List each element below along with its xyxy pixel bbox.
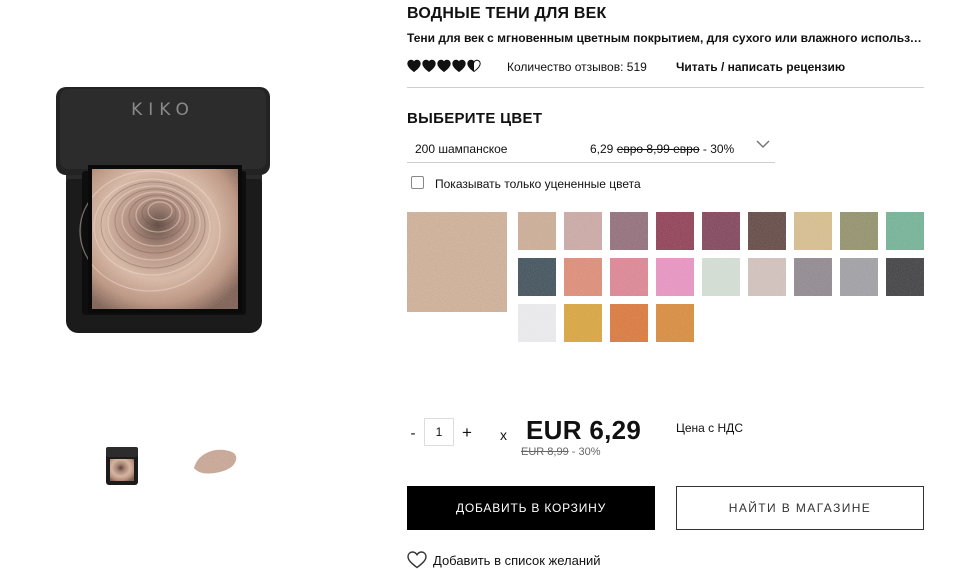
- product-subtitle: Тени для век с мгновенным цветным покрыт…: [407, 31, 927, 45]
- color-swatch[interactable]: [794, 212, 832, 250]
- discounted-only-label: Показывать только уцененные цвета: [435, 177, 641, 191]
- star-full-icon: [452, 59, 466, 73]
- color-swatch[interactable]: [840, 212, 878, 250]
- vat-note: Цена с НДС: [676, 421, 743, 435]
- wishlist-label: Добавить в список желаний: [433, 552, 601, 568]
- chevron-down-icon: [756, 140, 770, 149]
- product-title: ВОДНЫЕ ТЕНИ ДЛЯ ВЕК: [407, 5, 607, 22]
- star-full-icon: [422, 59, 436, 73]
- discounted-only-checkbox[interactable]: [411, 176, 424, 189]
- star-half-icon: [467, 59, 481, 73]
- divider: [407, 87, 924, 88]
- color-swatch[interactable]: [518, 304, 556, 342]
- thumbnail-compact[interactable]: [105, 446, 139, 488]
- color-swatch[interactable]: [564, 304, 602, 342]
- reviews-link[interactable]: Читать / написать рецензию: [676, 60, 845, 74]
- selected-color-name: 200 шампанское: [415, 142, 508, 156]
- color-swatch[interactable]: [886, 258, 924, 296]
- dropdown-price: 6,29 евро 8,99 евро - 30%: [590, 142, 734, 156]
- thumbnail-texture[interactable]: [188, 442, 240, 480]
- times-sign: x: [500, 427, 507, 443]
- color-swatch[interactable]: [564, 212, 602, 250]
- dropdown-discount: - 30%: [702, 142, 735, 156]
- color-swatch[interactable]: [886, 212, 924, 250]
- quantity-increase-button[interactable]: +: [462, 423, 472, 443]
- product-main-image: KIKO: [56, 87, 270, 333]
- old-price: EUR 8,99 - 30%: [521, 446, 601, 458]
- quantity-input[interactable]: 1: [424, 418, 454, 446]
- color-swatch[interactable]: [656, 212, 694, 250]
- color-swatch[interactable]: [518, 258, 556, 296]
- color-swatch[interactable]: [794, 258, 832, 296]
- add-to-wishlist-link[interactable]: Добавить в список желаний: [407, 551, 601, 569]
- selected-color-swatch: [407, 212, 507, 312]
- color-swatch[interactable]: [656, 304, 694, 342]
- color-swatch[interactable]: [610, 304, 648, 342]
- brand-logo: KIKO: [131, 100, 195, 120]
- discount-percent: - 30%: [571, 446, 601, 458]
- heart-outline-icon: [407, 551, 427, 569]
- choose-color-heading: ВЫБЕРИТЕ ЦВЕТ: [407, 110, 543, 127]
- color-swatch[interactable]: [748, 258, 786, 296]
- reviews-count: Количество отзывов: 519: [507, 60, 647, 74]
- old-price-value: EUR 8,99: [521, 446, 569, 458]
- rating-stars: [407, 59, 481, 73]
- star-full-icon: [407, 59, 421, 73]
- dropdown-old-price: евро 8,99 евро: [616, 142, 700, 156]
- current-price: EUR 6,29: [526, 415, 642, 445]
- find-in-store-button[interactable]: НАЙТИ В МАГАЗИНЕ: [676, 486, 924, 530]
- color-swatch[interactable]: [840, 258, 878, 296]
- color-swatch[interactable]: [610, 258, 648, 296]
- color-swatch[interactable]: [702, 212, 740, 250]
- color-swatch[interactable]: [610, 212, 648, 250]
- color-swatch[interactable]: [702, 258, 740, 296]
- color-swatch[interactable]: [564, 258, 602, 296]
- add-to-cart-button[interactable]: ДОБАВИТЬ В КОРЗИНУ: [407, 486, 655, 530]
- star-full-icon: [437, 59, 451, 73]
- color-dropdown[interactable]: 200 шампанское 6,29 евро 8,99 евро - 30%: [407, 136, 775, 163]
- quantity-decrease-button[interactable]: -: [407, 425, 419, 442]
- color-swatch[interactable]: [518, 212, 556, 250]
- dropdown-current-price: 6,29: [590, 142, 614, 156]
- color-swatch[interactable]: [656, 258, 694, 296]
- color-swatch[interactable]: [748, 212, 786, 250]
